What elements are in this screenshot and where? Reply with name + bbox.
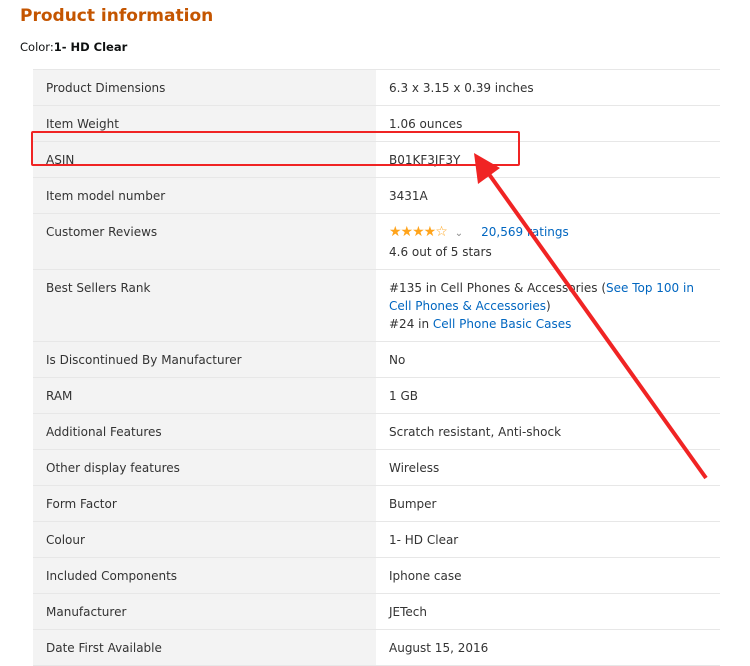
table-row: Date First Available August 15, 2016 (33, 629, 720, 666)
row-label: Date First Available (33, 629, 376, 666)
annotation-arrow-icon (474, 153, 708, 480)
row-value: August 15, 2016 (389, 641, 489, 655)
row-value-cell: August 15, 2016 (376, 629, 720, 666)
